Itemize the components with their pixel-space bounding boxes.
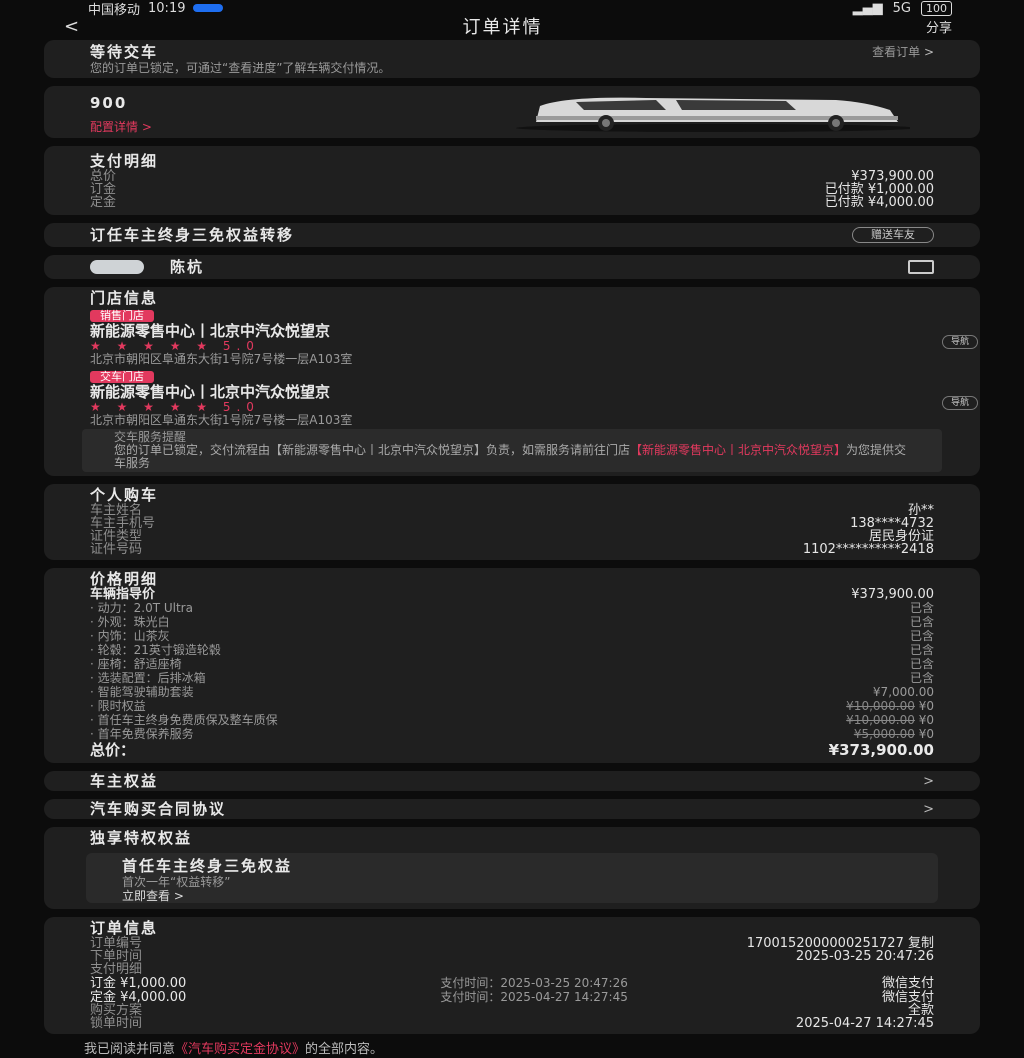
perk-view-link[interactable]: 立即查看 > (122, 889, 902, 903)
avatar (90, 260, 144, 274)
payment-card: 支付明细 总价 ¥373,900.00 订金 已付款 ¥1,000.00 定金 已付款… (44, 146, 980, 215)
message-icon[interactable] (908, 260, 934, 274)
chevron-right-icon: > (923, 773, 934, 789)
perk-box[interactable]: 首任车主终身三免权益 首次一年“权益转移” 立即查看 > (86, 853, 938, 903)
share-button[interactable]: 分享 (926, 17, 952, 36)
contract-link[interactable]: 汽车购买合同协议 > (44, 799, 980, 819)
clock: 10:19 (148, 0, 186, 16)
discount-row: · 限时权益 ¥10,000.00 ¥0 (90, 699, 934, 713)
order-status-desc: 您的订单已锁定，可通过“查看进度”了解车辆交付情况。 (90, 61, 391, 75)
signal-icon: ▂▄▆ (852, 0, 883, 16)
perk-box-title: 首任车主终身三免权益 (122, 857, 293, 875)
buyer-row: 车主姓名 孙** (90, 503, 934, 518)
order-info-row: 订金 ¥1,000.00 支付时间：2025-03-25 20:47:26 微信支付 (90, 975, 934, 991)
store-card: 门店信息 销售门店 新能源零售中心丨北京中汽众悦望京 ★ ★ ★ ★ ★ 5.0… (44, 287, 980, 476)
payment-row: 订金 已付款 ¥1,000.00 (90, 182, 934, 197)
price-item-row: · 轮毂：21英寸锻造轮毂 已含 (90, 643, 934, 657)
store-address: 北京市朝阳区阜通东大街1号院7号楼一层A103室 (90, 352, 353, 366)
price-title: 价格明细 (90, 570, 159, 588)
order-info-title: 订单信息 (90, 919, 159, 937)
view-order-link[interactable]: 查看订单 > (872, 45, 934, 59)
order-info-card: 订单信息 订单编号 1700152000000251727 复制 下单时间 2025… (44, 917, 980, 1034)
order-info-row: 定金 ¥4,000.00 支付时间：2025-04-27 14:27:45 微信支付 (90, 989, 934, 1005)
store-address: 北京市朝阳区阜通东大街1号院7号楼一层A103室 (90, 413, 353, 427)
price-item-row: · 动力：2.0T Ultra 已含 (90, 601, 934, 615)
order-status-title: 等待交车 (90, 43, 159, 61)
discount-row: · 首任车主终身免费质保及整车质保 ¥10,000.00 ¥0 (90, 713, 934, 727)
perk-box-sub: 首次一年“权益转移” (122, 875, 231, 889)
page-title: 订单详情 (462, 17, 543, 38)
buyer-card: 个人购车 车主姓名 孙** 车主手机号 138****4732 证件类型 居民身份证 … (44, 484, 980, 560)
notice-text: 您的订单已锁定，交付流程由【新能源零售中心丨北京中汽众悦望京】负责，如需服务请前… (114, 443, 631, 457)
price-base-row: 车辆指导价 ¥373,900.00 (90, 587, 934, 602)
agreement-footer: 我已阅读并同意《汽车购买定金协议》的全部内容。 (84, 1042, 384, 1057)
order-status-card[interactable]: 等待交车 查看订单 > 您的订单已锁定，可通过“查看进度”了解车辆交付情况。 (44, 40, 980, 78)
agreement-link[interactable]: 《汽车购买定金协议》 (175, 1042, 305, 1057)
advisor-card: 陈杭 (44, 255, 980, 279)
store-item: 交车门店 新能源零售中心丨北京中汽众悦望京 ★ ★ ★ ★ ★ 5.0 北京市朝… (90, 368, 978, 427)
store-tag: 销售门店 (90, 310, 154, 322)
price-item-row: · 内饰：山茶灰 已含 (90, 629, 934, 643)
store-rating: ★ ★ ★ ★ ★ 5.0 (90, 400, 260, 414)
nav-bar: < 订单详情 分享 (0, 16, 1024, 40)
delivery-notice: 交车服务提醒 您的订单已锁定，交付流程由【新能源零售中心丨北京中汽众悦望京】负责… (82, 429, 942, 472)
price-item-row: · 外观：珠光白 已含 (90, 615, 934, 629)
store-tag: 交车门店 (90, 371, 154, 383)
advisor-name: 陈杭 (170, 258, 205, 276)
price-item-row: · 座椅：舒适座椅 已含 (90, 657, 934, 671)
price-total-row: 总价： ¥373,900.00 (90, 741, 934, 759)
gift-card: 订任车主终身三免权益转移 赠送车友 (44, 223, 980, 247)
gift-text: 订任车主终身三免权益转移 (90, 226, 295, 244)
perks-title: 独享特权权益 (90, 829, 193, 847)
store-title: 门店信息 (90, 289, 159, 307)
payment-row: 定金 已付款 ¥4,000.00 (90, 195, 934, 210)
payment-row: 总价 ¥373,900.00 (90, 169, 934, 184)
discount-row: · 首年免费保养服务 ¥5,000.00 ¥0 (90, 727, 934, 741)
chevron-right-icon: > (923, 45, 934, 59)
notice-link[interactable]: 【新能源零售中心丨北京中汽众悦望京】 (630, 443, 846, 457)
order-info-row: 下单时间 2025-03-25 20:47:26 (90, 949, 934, 964)
buyer-title: 个人购车 (90, 486, 159, 504)
navigate-button[interactable]: 导航 (942, 396, 978, 410)
price-item-row: · 智能驾驶辅助套装 ¥7,000.00 (90, 685, 934, 699)
location-indicator-icon (193, 4, 224, 12)
car-card: 900 配置详情 > (44, 86, 980, 138)
perks-card: 独享特权权益 首任车主终身三免权益 首次一年“权益转移” 立即查看 > (44, 827, 980, 909)
carrier: 中国移动 (88, 2, 141, 18)
owner-rights-link[interactable]: 车主权益 > (44, 771, 980, 791)
price-item-row: · 选装配置：后排冰箱 已含 (90, 671, 934, 685)
back-button[interactable]: < (64, 16, 79, 37)
battery-icon: 100 (921, 0, 952, 16)
store-name: 新能源零售中心丨北京中汽众悦望京 (90, 383, 331, 401)
store-item: 销售门店 新能源零售中心丨北京中汽众悦望京 ★ ★ ★ ★ ★ 5.0 北京市朝… (90, 307, 978, 366)
network-type: 5G (892, 0, 911, 16)
order-info-row: 支付明细 (90, 962, 143, 977)
store-rating: ★ ★ ★ ★ ★ 5.0 (90, 339, 260, 353)
chevron-right-icon: > (923, 801, 934, 817)
price-card: 价格明细 车辆指导价 ¥373,900.00 · 动力：2.0T Ultra 已含 … (44, 568, 980, 763)
car-image (516, 97, 910, 132)
payment-title: 支付明细 (90, 152, 159, 170)
store-name: 新能源零售中心丨北京中汽众悦望京 (90, 322, 331, 340)
gift-button[interactable]: 赠送车友 (852, 227, 934, 243)
buyer-row: 车主手机号 138****4732 (90, 516, 934, 531)
buyer-row: 证件号码 1102**********2418 (90, 542, 934, 557)
navigate-button[interactable]: 导航 (942, 335, 978, 349)
